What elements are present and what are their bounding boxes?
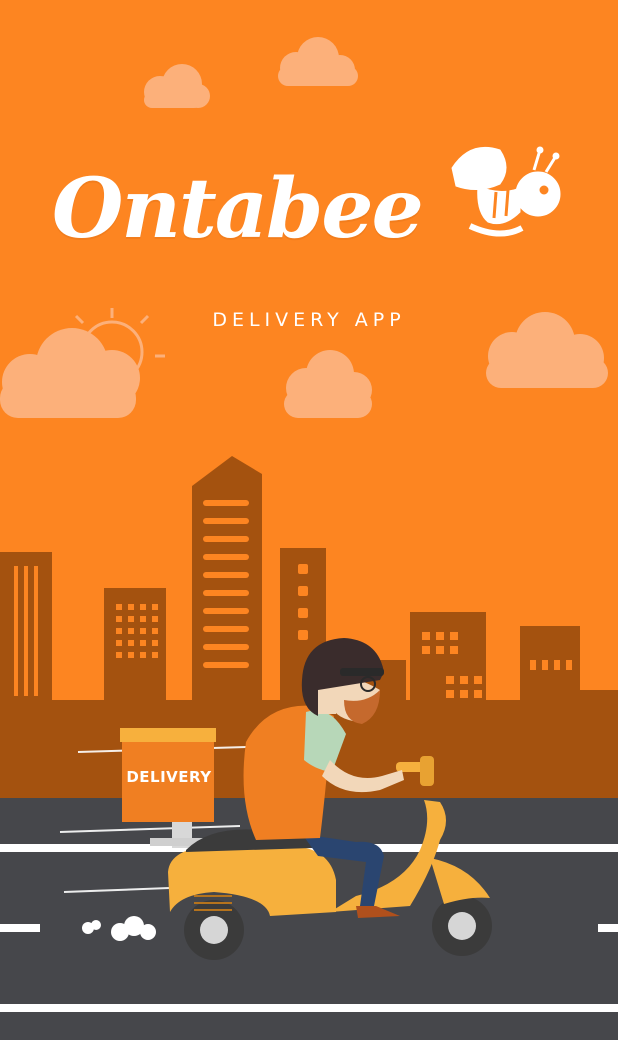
app-logo-text: Ontabee (52, 161, 424, 257)
background-scene (0, 0, 618, 1040)
delivery-box-label: DELIVERY (126, 768, 212, 786)
app-tagline: DELIVERY APP (212, 309, 406, 331)
splash-screen: Ontabee DELIVERY APP DELIVERY (0, 0, 618, 1040)
